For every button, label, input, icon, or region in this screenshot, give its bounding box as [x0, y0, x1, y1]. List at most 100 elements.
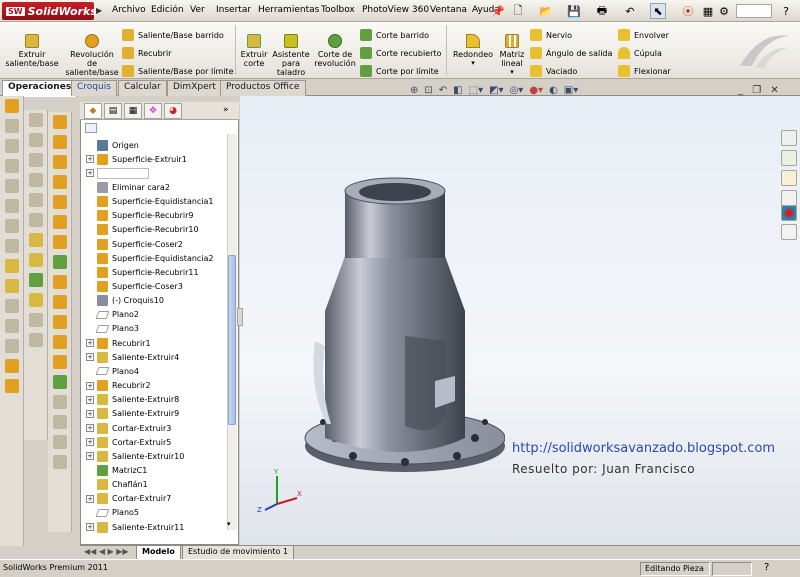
- expand-icon[interactable]: +: [86, 452, 94, 461]
- save-icon[interactable]: 💾: [566, 3, 582, 19]
- tree-item[interactable]: (-) Croquis10: [86, 294, 164, 308]
- cupula-button[interactable]: Cúpula: [618, 44, 688, 62]
- tool-icon[interactable]: [52, 455, 67, 469]
- tool-icon[interactable]: [52, 215, 67, 229]
- restore-icon[interactable]: ❐: [752, 85, 761, 96]
- menu-archivo[interactable]: Archivo: [112, 5, 146, 15]
- zoom-area-icon[interactable]: ⊡: [424, 85, 432, 96]
- tree-item[interactable]: + Recubrir2: [86, 379, 151, 393]
- tree-item[interactable]: Origen: [86, 138, 139, 152]
- graphics-area[interactable]: ⊕ ⊡ ↶ ◧ ⬚▾ ◩▾ ◎▾ ●▾ ◐ ▣▾ _ ❐ ✕ http://so…: [240, 85, 800, 550]
- tool-icon[interactable]: [28, 133, 43, 147]
- tree-item[interactable]: Superficie-Recubrir11: [86, 265, 199, 279]
- vaciado-button[interactable]: Vaciado: [530, 62, 614, 80]
- tool-icon[interactable]: [4, 239, 19, 253]
- tree-item[interactable]: + Saliente-Extruir11: [86, 520, 184, 534]
- menu-photoview[interactable]: PhotoView 360: [362, 5, 429, 15]
- tool-icon[interactable]: [28, 253, 43, 267]
- tree-item[interactable]: + Cortar-Extruir3: [86, 421, 171, 435]
- appearance-icon[interactable]: ●▾: [529, 85, 543, 96]
- expand-icon[interactable]: +: [86, 424, 94, 432]
- tool-icon[interactable]: [28, 233, 43, 247]
- resources-icon[interactable]: [781, 130, 797, 146]
- tool-icon[interactable]: [4, 359, 19, 373]
- tree-item[interactable]: + Recubrir1: [86, 336, 151, 350]
- design-library-icon[interactable]: [781, 150, 797, 166]
- tree-item[interactable]: Superficie-Recubrir10: [86, 223, 199, 237]
- tab-nav-arrows-icon[interactable]: ◀◀ ◀ ▶ ▶▶: [84, 547, 129, 556]
- tool-icon[interactable]: [4, 259, 19, 273]
- tab-productos-office[interactable]: Productos Office: [220, 80, 306, 96]
- asistente-taladro-button[interactable]: Asistente para taladro: [271, 34, 311, 77]
- tree-item[interactable]: +: [86, 166, 149, 180]
- tool-icon[interactable]: [52, 175, 67, 189]
- tool-icon[interactable]: [52, 235, 67, 249]
- tree-item[interactable]: Superficie-Equidistancia1: [86, 195, 214, 209]
- tool-icon[interactable]: [4, 179, 19, 193]
- envolver-button[interactable]: Envolver: [618, 26, 688, 44]
- tree-item[interactable]: Superficie-Coser3: [86, 280, 183, 294]
- tool-icon[interactable]: [4, 299, 19, 313]
- matriz-lineal-button[interactable]: Matriz lineal ▾: [498, 34, 526, 77]
- tool-icon[interactable]: [52, 315, 67, 329]
- status-help-icon[interactable]: ?: [764, 562, 769, 573]
- tool-icon[interactable]: [4, 139, 19, 153]
- feature-manager-tab-icon[interactable]: ◆: [84, 103, 102, 119]
- tool-icon[interactable]: [28, 213, 43, 227]
- expand-icon[interactable]: +: [86, 395, 94, 404]
- nervio-button[interactable]: Nervio: [530, 26, 614, 44]
- tool-icon[interactable]: [4, 159, 19, 173]
- menu-toolbox[interactable]: Toolbox: [321, 5, 355, 15]
- new-document-icon[interactable]: 🗋: [510, 3, 526, 19]
- view-palette-icon[interactable]: [781, 190, 797, 206]
- tool-icon[interactable]: [28, 173, 43, 187]
- saliente-barrido-button[interactable]: Saliente/Base barrido: [122, 26, 234, 44]
- custom-properties-icon[interactable]: [781, 224, 797, 240]
- rebuild-icon[interactable]: ▦: [700, 3, 716, 19]
- tree-item[interactable]: + Superficie-Extruir1: [86, 152, 187, 166]
- pin-icon[interactable]: 📌: [490, 3, 506, 19]
- tool-icon[interactable]: [52, 415, 67, 429]
- expand-icon[interactable]: +: [86, 409, 94, 418]
- expand-icon[interactable]: +: [86, 353, 94, 362]
- dimxpert-manager-tab-icon[interactable]: ✥: [144, 103, 162, 119]
- tool-icon[interactable]: [52, 295, 67, 309]
- tree-item[interactable]: Plano3: [86, 322, 139, 336]
- expand-icon[interactable]: +: [86, 339, 94, 348]
- tree-item[interactable]: Superficie-Coser2: [86, 237, 183, 251]
- tab-modelo[interactable]: Modelo: [136, 546, 181, 560]
- display-manager-icon[interactable]: ▣▾: [564, 85, 578, 96]
- tool-icon[interactable]: [4, 279, 19, 293]
- tool-icon[interactable]: [52, 115, 67, 129]
- tool-icon[interactable]: [28, 313, 43, 327]
- tool-icon[interactable]: [52, 435, 67, 449]
- display-style-icon[interactable]: ◩▾: [489, 85, 503, 96]
- menu-ver[interactable]: Ver: [190, 5, 205, 15]
- tree-item[interactable]: Chaflán1: [86, 478, 148, 492]
- redondeo-button[interactable]: Redondeo ▾: [450, 34, 496, 68]
- help-icon[interactable]: ?: [778, 3, 794, 19]
- logo-menu-arrow-icon[interactable]: ▶: [96, 6, 102, 15]
- configuration-manager-tab-icon[interactable]: ▦: [124, 103, 142, 119]
- expand-icon[interactable]: +: [86, 523, 94, 532]
- previous-view-icon[interactable]: ↶: [439, 85, 447, 96]
- print-icon[interactable]: 🖶: [594, 3, 610, 19]
- scene-icon[interactable]: ◐: [549, 85, 558, 96]
- display-manager-tab-icon[interactable]: ◕: [164, 103, 182, 119]
- extruir-saliente-button[interactable]: Extruir saliente/base: [4, 34, 60, 68]
- tool-icon[interactable]: [52, 335, 67, 349]
- traffic-light-icon[interactable]: ⦿: [680, 3, 696, 19]
- tool-icon[interactable]: [4, 99, 19, 113]
- tool-icon[interactable]: [52, 355, 67, 369]
- expand-icon[interactable]: +: [86, 169, 94, 178]
- flexionar-button[interactable]: Flexionar: [618, 62, 688, 80]
- fillet-dropdown-icon[interactable]: ▾: [471, 59, 475, 68]
- tool-icon[interactable]: [28, 273, 43, 287]
- tool-icon[interactable]: [52, 275, 67, 289]
- tree-item[interactable]: + Saliente-Extruir8: [86, 393, 179, 407]
- tab-estudio-movimiento[interactable]: Estudio de movimiento 1: [182, 546, 295, 560]
- tool-icon[interactable]: [52, 375, 67, 389]
- corte-recubierto-button[interactable]: Corte recubierto: [360, 44, 444, 62]
- tree-item[interactable]: + Saliente-Extruir9: [86, 407, 179, 421]
- tool-icon[interactable]: [4, 339, 19, 353]
